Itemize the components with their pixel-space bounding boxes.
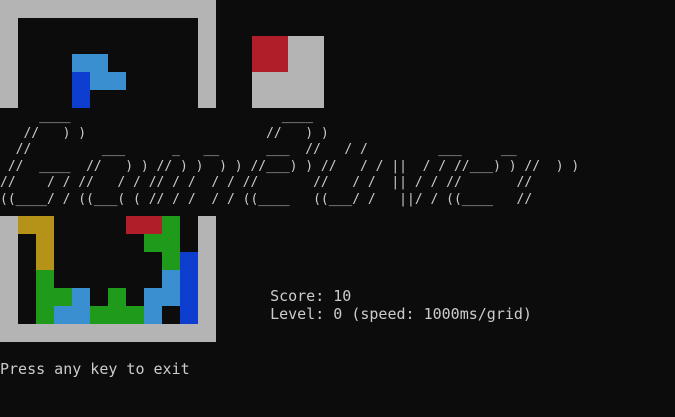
level-line: Level: 0 (speed: 1000ms/grid) (252, 289, 532, 323)
stacked-block (180, 252, 198, 324)
stacked-block (108, 288, 126, 306)
stacked-block (54, 288, 72, 306)
playfield (0, 216, 216, 342)
hold-piece-block (108, 72, 126, 90)
stacked-block (162, 270, 180, 306)
stacked-block (144, 234, 180, 252)
stacked-block (36, 234, 54, 252)
stacked-block (162, 252, 180, 270)
hold-box-right-border (198, 0, 216, 108)
stacked-block (90, 306, 144, 324)
ascii-line: ((____/ / ((___( ( // / / / / ((____ ((_… (0, 191, 533, 207)
ascii-line: // ____ // ) ) // ) ) ) ) //___) ) // / … (0, 158, 580, 174)
level-label: Level: (270, 305, 325, 323)
exit-prompt: Press any key to exit (0, 360, 190, 378)
stacked-block (36, 270, 54, 324)
stacked-block (162, 216, 180, 234)
hold-piece-block (90, 54, 108, 72)
next-piece-box (252, 36, 324, 108)
ascii-line: // ) ) // ) ) (0, 125, 329, 141)
playfield-bottom-border (0, 324, 216, 342)
hold-box-left-border (0, 0, 18, 108)
stacked-block (144, 288, 162, 324)
game-over-ascii-title: ____ ____ // ) ) // ) ) // ___ _ __ ___ … (0, 109, 579, 208)
hold-piece-block (72, 54, 90, 72)
stacked-block (72, 288, 90, 306)
stacked-block (36, 252, 54, 270)
ascii-line: // ___ _ __ ___ // / / ___ __ (0, 142, 517, 157)
hold-box-top-border (0, 0, 216, 18)
ascii-line: // / / // / / // / / / / // // / / || / … (0, 175, 533, 190)
stacked-block (54, 306, 90, 324)
next-piece-block (252, 36, 288, 72)
hold-piece-block (72, 72, 90, 90)
ascii-line: ____ ____ (0, 109, 314, 124)
hold-box (0, 0, 216, 108)
level-value: 0 (333, 305, 343, 323)
speed-text: (speed: 1000ms/grid) (351, 305, 532, 323)
hold-piece-block (90, 72, 108, 90)
stacked-block (18, 216, 54, 234)
hold-piece-block (72, 90, 90, 108)
stacked-block (126, 216, 162, 234)
